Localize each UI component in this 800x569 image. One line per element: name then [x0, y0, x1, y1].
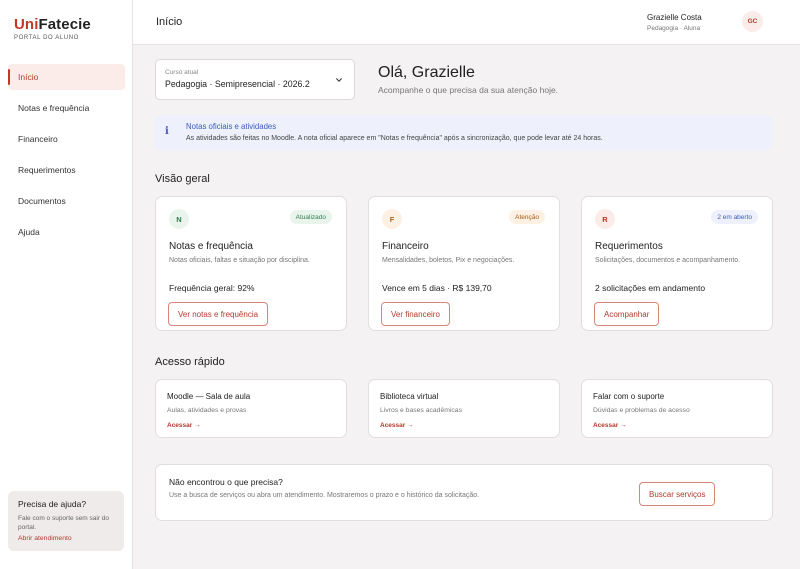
card-description: Notas oficiais, faltas e situação por di…	[169, 257, 310, 264]
brand-subtitle: PORTAL DO ALUNO	[14, 35, 79, 41]
sidebar-item-notas[interactable]: Notas e frequência	[8, 95, 125, 121]
help-box: Precisa de ajuda? Fale com o suporte sem…	[8, 491, 124, 551]
banner-text: As atividades são feitas no Moodle. A no…	[186, 135, 603, 142]
sidebar-item-label: Requerimentos	[18, 165, 76, 175]
banner-title: Notas oficiais e atividades	[186, 122, 277, 131]
sidebar-item-ajuda[interactable]: Ajuda	[8, 219, 125, 245]
sidebar-item-inicio[interactable]: Início	[8, 64, 125, 90]
not-found-panel: Não encontrou o que precisa? Use a busca…	[155, 464, 773, 521]
chevron-down-icon	[336, 78, 342, 82]
sidebar-item-label: Notas e frequência	[18, 103, 90, 113]
quick-card-moodle[interactable]: Moodle — Sala de aula Aulas, atividades …	[155, 379, 347, 438]
sidebar-item-label: Documentos	[18, 196, 66, 206]
card-description: Mensalidades, boletos, Pix e negociações…	[382, 257, 515, 264]
access-link[interactable]: Acessar →	[167, 422, 201, 429]
status-badge: Atualizado	[289, 210, 332, 224]
sidebar-item-label: Ajuda	[18, 227, 40, 237]
card-stat: Vence em 5 dias · R$ 139,70	[382, 283, 492, 293]
card-title: Requerimentos	[595, 241, 663, 252]
card-letter-icon: F	[382, 209, 402, 229]
not-found-text: Use a busca de serviços ou abra um atend…	[169, 492, 480, 499]
sidebar-item-documentos[interactable]: Documentos	[8, 188, 125, 214]
overview-card-notas: N Atualizado Notas e frequência Notas of…	[155, 196, 347, 331]
quick-card-support[interactable]: Falar com o suporte Dúvidas e problemas …	[581, 379, 773, 438]
card-description: Solicitações, documentos e acompanhament…	[595, 257, 741, 264]
quick-card-title: Biblioteca virtual	[380, 392, 439, 401]
status-badge: 2 em aberto	[711, 210, 758, 224]
brand-logo[interactable]: UniFatecie PORTAL DO ALUNO	[14, 16, 91, 41]
info-icon: i	[165, 126, 169, 137]
card-title: Financeiro	[382, 241, 429, 252]
info-banner: i Notas oficiais e atividades As ativida…	[155, 115, 772, 151]
search-services-button[interactable]: Buscar serviços	[639, 482, 716, 506]
card-stat: Frequência geral: 92%	[169, 283, 255, 293]
card-title: Notas e frequência	[169, 241, 253, 252]
greeting-title: Olá, Grazielle	[378, 64, 475, 81]
open-support-link[interactable]: Abrir atendimento	[18, 535, 114, 542]
view-finance-button[interactable]: Ver financeiro	[381, 302, 450, 326]
course-select[interactable]: Curso atual Pedagogia · Semipresencial ·…	[155, 59, 355, 100]
quick-card-description: Livros e bases acadêmicas	[380, 407, 462, 414]
course-label: Curso atual	[165, 69, 199, 76]
quick-card-title: Moodle — Sala de aula	[167, 392, 251, 401]
brand-name: UniFatecie	[14, 16, 91, 33]
quick-card-description: Dúvidas e problemas de acesso	[593, 407, 690, 414]
sidebar-item-financeiro[interactable]: Financeiro	[8, 126, 125, 152]
quick-access-title: Acesso rápido	[155, 356, 225, 368]
avatar[interactable]: GC	[742, 11, 763, 32]
user-role: Pedagogia · Aluna	[647, 25, 701, 32]
sidebar-item-label: Financeiro	[18, 134, 58, 144]
access-link[interactable]: Acessar →	[380, 422, 414, 429]
quick-card-library[interactable]: Biblioteca virtual Livros e bases acadêm…	[368, 379, 560, 438]
help-text: Fale com o suporte sem sair do portal.	[18, 515, 110, 531]
quick-card-title: Falar com o suporte	[593, 392, 665, 401]
view-grades-button[interactable]: Ver notas e frequência	[168, 302, 269, 326]
overview-card-financeiro: F Atenção Financeiro Mensalidades, bolet…	[368, 196, 560, 331]
page-title: Início	[156, 16, 183, 28]
not-found-title: Não encontrou o que precisa?	[169, 477, 283, 487]
user-name: Grazielle Costa	[647, 13, 702, 22]
sidebar-item-requerimentos[interactable]: Requerimentos	[8, 157, 125, 183]
overview-title: Visão geral	[155, 173, 210, 185]
help-title: Precisa de ajuda?	[18, 499, 87, 509]
card-stat: 2 solicitações em andamento	[595, 283, 706, 293]
track-requests-button[interactable]: Acompanhar	[594, 302, 660, 326]
quick-card-description: Aulas, atividades e provas	[167, 407, 247, 414]
sidebar-nav: Início Notas e frequência Financeiro Req…	[8, 64, 125, 250]
status-badge: Atenção	[509, 210, 545, 224]
greeting-subtitle: Acompanhe o que precisa da sua atenção h…	[378, 85, 559, 95]
top-header: Início Grazielle Costa Pedagogia · Aluna…	[133, 0, 800, 45]
overview-card-requerimentos: R 2 em aberto Requerimentos Solicitações…	[581, 196, 773, 331]
card-letter-icon: N	[169, 209, 189, 229]
card-letter-icon: R	[595, 209, 615, 229]
sidebar: UniFatecie PORTAL DO ALUNO Início Notas …	[0, 0, 133, 569]
course-value: Pedagogia · Semipresencial · 2026.2	[165, 79, 310, 89]
access-link[interactable]: Acessar →	[593, 422, 627, 429]
sidebar-item-label: Início	[18, 72, 39, 82]
